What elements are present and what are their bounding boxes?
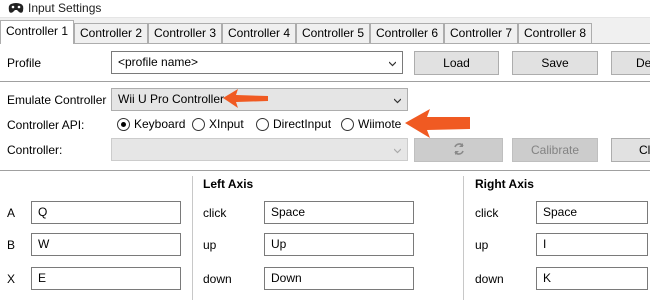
controller-combo[interactable]	[111, 138, 408, 161]
tab-controller-4[interactable]: Controller 4	[222, 23, 296, 43]
emulate-controller-value: Wii U Pro Controller	[118, 92, 225, 106]
profile-value: <profile name>	[118, 55, 199, 69]
refresh-icon	[453, 143, 464, 155]
controller-label: Controller:	[7, 143, 63, 157]
title-bar: Input Settings	[0, 0, 650, 18]
left-axis-up-label: up	[203, 238, 217, 252]
button-x-field[interactable]: E	[31, 267, 181, 290]
column-divider	[463, 176, 464, 300]
profile-label: Profile	[7, 56, 42, 70]
button-x-label: X	[7, 272, 16, 286]
emulate-controller-combo[interactable]: Wii U Pro Controller	[111, 88, 408, 111]
left-axis-up-field[interactable]: Up	[264, 233, 414, 256]
right-axis-click-label: click	[475, 206, 499, 220]
left-axis-down-label: down	[203, 272, 232, 286]
button-a-field[interactable]: Q	[31, 201, 181, 224]
left-axis-click-label: click	[203, 206, 227, 220]
profile-separator	[0, 81, 650, 82]
left-axis-title: Left Axis	[203, 177, 254, 191]
api-option-label: DirectInput	[273, 117, 332, 131]
load-button[interactable]: Load	[414, 51, 499, 75]
emulate-controller-label: Emulate Controller	[7, 93, 107, 107]
api-option-label: Keyboard	[134, 117, 186, 131]
clear-button[interactable]: Cl	[611, 138, 650, 162]
tab-controller-3[interactable]: Controller 3	[148, 23, 222, 43]
chevron-down-icon	[394, 148, 401, 154]
button-b-label: B	[7, 238, 16, 252]
controller-api-label: Controller API:	[7, 118, 85, 132]
radio-icon	[192, 118, 205, 131]
calibrate-button[interactable]: Calibrate	[512, 138, 598, 162]
radio-icon	[341, 118, 354, 131]
gamepad-icon	[8, 3, 24, 13]
left-axis-down-field[interactable]: Down	[264, 267, 414, 290]
right-axis-down-label: down	[475, 272, 504, 286]
button-a-label: A	[7, 206, 16, 220]
right-axis-click-field[interactable]: Space	[536, 201, 648, 224]
controller-tabs: Controller 1 Controller 2 Controller 3 C…	[0, 20, 650, 44]
right-axis-title: Right Axis	[475, 177, 534, 191]
button-b-field[interactable]: W	[31, 233, 181, 256]
controller-settings-panel: Profile <profile name> Load Save De Emul…	[0, 44, 650, 300]
chevron-down-icon	[394, 98, 401, 104]
save-button[interactable]: Save	[512, 51, 598, 75]
radio-icon	[256, 118, 269, 131]
tab-controller-7[interactable]: Controller 7	[444, 23, 518, 43]
tab-controller-8[interactable]: Controller 8	[518, 23, 592, 43]
profile-combo[interactable]: <profile name>	[111, 51, 403, 74]
api-option-label: Wiimote	[358, 117, 402, 131]
api-option-label: XInput	[209, 117, 244, 131]
mapping-separator	[0, 170, 650, 171]
right-axis-up-field[interactable]: I	[536, 233, 648, 256]
tab-controller-6[interactable]: Controller 6	[370, 23, 444, 43]
right-axis-down-field[interactable]: K	[536, 267, 648, 290]
right-axis-up-label: up	[475, 238, 489, 252]
column-divider	[192, 176, 193, 300]
tab-controller-1[interactable]: Controller 1	[0, 20, 74, 44]
delete-button[interactable]: De	[611, 51, 650, 75]
tab-controller-2[interactable]: Controller 2	[74, 23, 148, 43]
chevron-down-icon	[389, 61, 396, 67]
window-title: Input Settings	[28, 1, 102, 15]
refresh-button[interactable]	[414, 138, 503, 162]
radio-selected-icon	[117, 118, 130, 131]
left-axis-click-field[interactable]: Space	[264, 201, 414, 224]
tab-controller-5[interactable]: Controller 5	[296, 23, 370, 43]
